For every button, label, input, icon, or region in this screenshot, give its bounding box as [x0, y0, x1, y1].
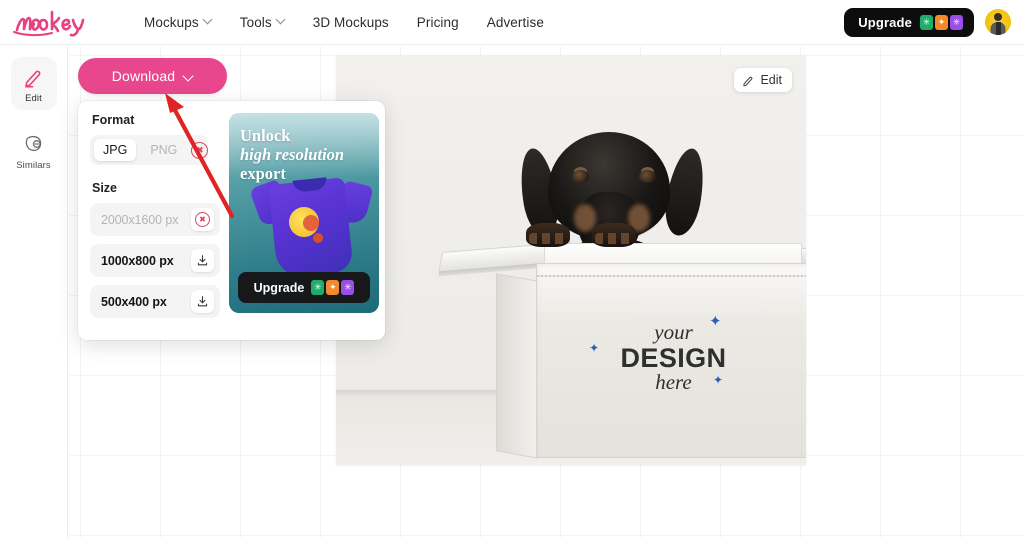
- size-locked-badge: ✖: [191, 208, 214, 231]
- nav-label: Pricing: [416, 14, 459, 30]
- upgrade-sparkle-icons: ✳ ✦ ✳: [920, 14, 963, 30]
- sparkle-orange-icon: ✦: [326, 280, 340, 295]
- upgrade-promo-card[interactable]: Unlock high resolution export Upgrade ✳ …: [229, 113, 379, 313]
- promo-tshirt-image: [249, 171, 374, 279]
- promo-sparkle-icons: ✳ ✦ ✳: [311, 280, 355, 295]
- sparkle-icon: ✦: [713, 373, 724, 387]
- size-section-title: Size: [92, 181, 118, 195]
- download-button-label: Download: [111, 68, 176, 84]
- left-sidebar: Edit Similars: [0, 45, 68, 538]
- header-right: Upgrade ✳ ✦ ✳: [844, 7, 1011, 37]
- dog-eye-right: [639, 170, 656, 183]
- download-dropdown: Format JPG PNG ✖ Size 2000x1600 px ✖ 100…: [78, 101, 385, 340]
- logo-icon: [13, 10, 85, 37]
- nav-label: Mockups: [144, 14, 199, 30]
- main-nav: Mockups Tools 3D Mockups Pricing Adverti…: [130, 9, 558, 36]
- avatar-head: [994, 13, 1002, 21]
- box-front-panel: your DESIGN here ✦ ✦ ✦: [536, 263, 806, 458]
- format-option-jpg[interactable]: JPG: [94, 139, 137, 161]
- promo-line-1: Unlock: [240, 126, 291, 145]
- tshirt-art-dot: [313, 233, 323, 243]
- canvas-edit-button[interactable]: Edit: [734, 68, 792, 92]
- sparkle-green-icon: ✳: [311, 280, 325, 295]
- size-label: 1000x800 px: [101, 253, 174, 268]
- nav-item-3d-mockups[interactable]: 3D Mockups: [299, 9, 403, 36]
- upgrade-label: Upgrade: [858, 14, 912, 30]
- size-option-1000x800[interactable]: 1000x800 px: [90, 244, 220, 277]
- promo-upgrade-label: Upgrade: [253, 280, 305, 295]
- cardboard-box: your DESIGN here ✦ ✦ ✦: [496, 243, 806, 459]
- mockey-logo[interactable]: [12, 5, 104, 39]
- nav-label: Advertise: [486, 14, 544, 30]
- size-label: 500x400 px: [101, 294, 167, 309]
- format-section-title: Format: [92, 113, 135, 127]
- design-placeholder-text: your DESIGN here ✦ ✦ ✦: [537, 314, 806, 394]
- avatar-body: [990, 22, 1006, 35]
- box-side-panel: [496, 273, 538, 459]
- download-button[interactable]: Download: [78, 58, 227, 94]
- sparkle-purple-icon: ✳: [341, 280, 355, 295]
- dog-paw-right: [592, 223, 636, 247]
- download-size-button[interactable]: [191, 290, 214, 313]
- mockup-image[interactable]: your DESIGN here ✦ ✦ ✦ Edit: [336, 55, 806, 465]
- design-line-3: here: [655, 369, 692, 394]
- dog-paw-left: [526, 223, 570, 247]
- download-icon: [197, 255, 208, 266]
- sidebar-item-label: Edit: [25, 93, 42, 104]
- locked-icon: ✖: [195, 212, 210, 227]
- sidebar-item-label: Similars: [16, 160, 51, 171]
- pencil-icon: [24, 70, 40, 88]
- app-root: Mockups Tools 3D Mockups Pricing Adverti…: [0, 0, 1024, 538]
- download-size-button[interactable]: [191, 249, 214, 272]
- nav-item-mockups[interactable]: Mockups: [130, 9, 226, 36]
- tshirt-art-red: [303, 215, 319, 231]
- size-label: 2000x1600 px: [101, 212, 179, 227]
- design-line-1: your: [654, 320, 693, 344]
- size-option-500x400[interactable]: 500x400 px: [90, 285, 220, 318]
- nav-item-tools[interactable]: Tools: [226, 9, 299, 36]
- size-option-2000x1600[interactable]: 2000x1600 px ✖: [90, 203, 220, 236]
- similars-icon: [25, 135, 41, 152]
- upgrade-button[interactable]: Upgrade ✳ ✦ ✳: [844, 7, 974, 37]
- sidebar-item-edit[interactable]: Edit: [10, 57, 57, 110]
- promo-line-2: high resolution: [240, 144, 345, 164]
- chevron-down-icon: [277, 16, 285, 24]
- chevron-down-icon: [204, 16, 212, 24]
- sparkle-orange-icon: ✦: [935, 14, 948, 30]
- format-option-png[interactable]: PNG: [141, 139, 186, 161]
- sparkle-icon: ✦: [589, 341, 600, 355]
- promo-upgrade-button[interactable]: Upgrade ✳ ✦ ✳: [238, 272, 370, 303]
- chevron-down-icon: [184, 72, 193, 81]
- format-options: JPG PNG ✖: [90, 135, 209, 165]
- download-options-column: Format JPG PNG ✖ Size 2000x1600 px ✖ 100…: [90, 113, 220, 326]
- avatar[interactable]: [985, 9, 1011, 35]
- nav-label: 3D Mockups: [312, 14, 389, 30]
- sparkle-icon: ✦: [709, 313, 722, 330]
- design-line-2: DESIGN: [620, 342, 727, 373]
- nav-item-pricing[interactable]: Pricing: [403, 9, 473, 36]
- pencil-icon: [743, 76, 753, 86]
- nav-label: Tools: [239, 14, 272, 30]
- sparkle-purple-icon: ✳: [950, 14, 963, 30]
- sparkle-green-icon: ✳: [920, 14, 933, 30]
- canvas-edit-label: Edit: [760, 73, 782, 87]
- dog-eye-left: [572, 170, 589, 183]
- download-icon: [197, 296, 208, 307]
- sidebar-item-similars[interactable]: Similars: [11, 124, 57, 177]
- png-locked-icon: ✖: [191, 141, 209, 159]
- download-panel-stack: Download Format JPG PNG ✖ Size 2000x1600…: [78, 58, 385, 340]
- nav-item-advertise[interactable]: Advertise: [473, 9, 558, 36]
- top-header: Mockups Tools 3D Mockups Pricing Adverti…: [0, 0, 1024, 45]
- mockup-wrapper: your DESIGN here ✦ ✦ ✦ Edit: [336, 55, 806, 465]
